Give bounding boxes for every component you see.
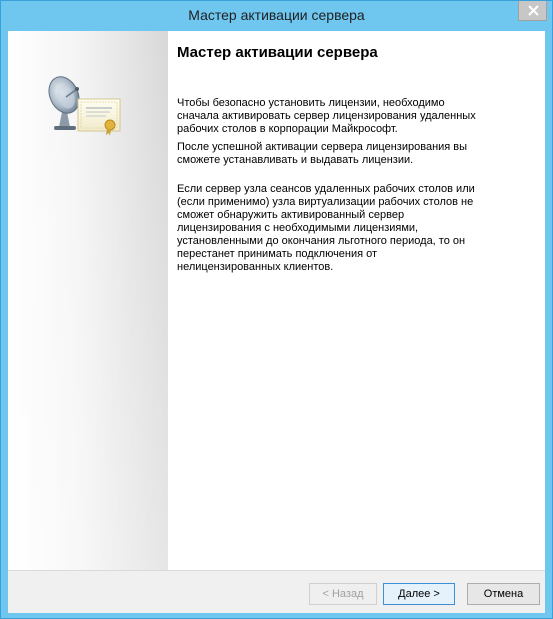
activation-paragraph: После успешной активации сервера лицензи… bbox=[177, 141, 468, 166]
next-button[interactable]: Далее > bbox=[383, 583, 455, 605]
wizard-side-panel bbox=[8, 31, 168, 570]
title-bar[interactable]: Мастер активации сервера bbox=[1, 1, 552, 30]
wizard-window: Мастер активации сервера Мастер активаци… bbox=[0, 0, 553, 619]
back-button[interactable]: < Назад bbox=[309, 583, 377, 605]
close-button[interactable] bbox=[518, 1, 547, 21]
wizard-content: Мастер активации сервера Чтобы безопасно… bbox=[168, 31, 545, 570]
wizard-client-area: Мастер активации сервера Чтобы безопасно… bbox=[8, 31, 545, 613]
warning-paragraph: Если сервер узла сеансов удаленных рабоч… bbox=[177, 183, 475, 273]
satellite-dish-certificate-icon bbox=[48, 76, 121, 136]
wizard-button-bar: < Назад Далее > Отмена bbox=[8, 570, 545, 613]
intro-paragraph: Чтобы безопасно установить лицензии, нео… bbox=[177, 97, 476, 135]
page-heading: Мастер активации сервера bbox=[177, 44, 378, 61]
window-title: Мастер активации сервера bbox=[188, 7, 365, 23]
cancel-button[interactable]: Отмена bbox=[467, 583, 540, 605]
close-icon bbox=[528, 5, 539, 16]
